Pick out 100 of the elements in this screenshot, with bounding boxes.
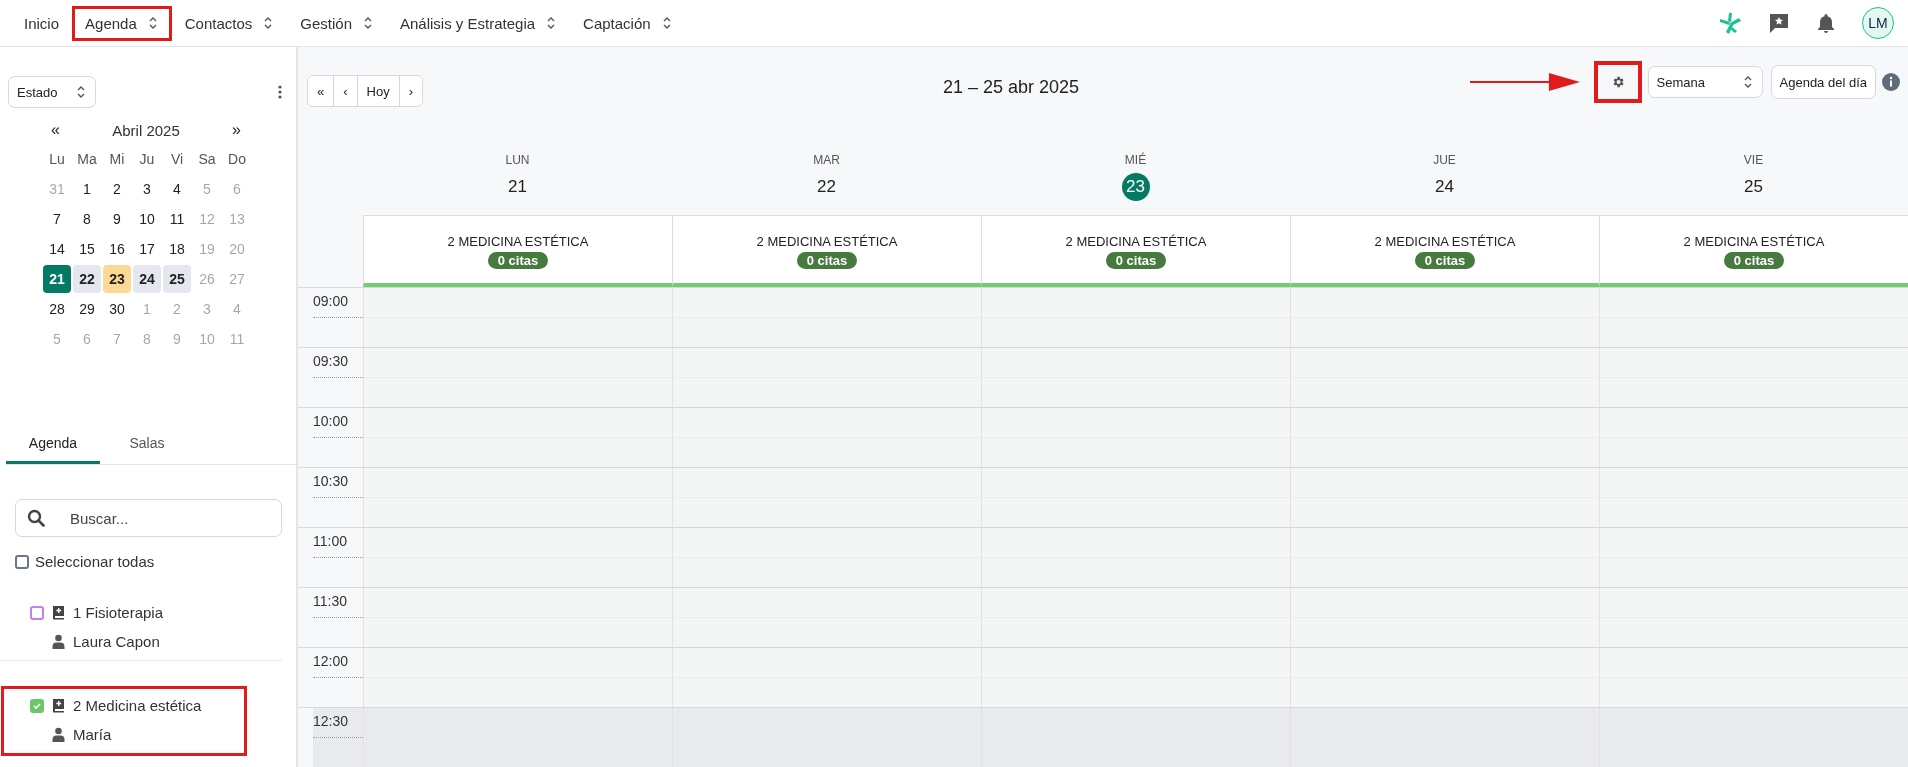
time-slot[interactable] <box>363 347 672 407</box>
calendar-day[interactable]: 8 <box>73 205 101 233</box>
time-slot[interactable] <box>672 287 981 347</box>
calendar-day[interactable]: 22 <box>73 265 101 293</box>
previous-month-button[interactable]: « <box>47 121 64 139</box>
nav-menu-item[interactable]: Gestión <box>290 8 384 38</box>
day-agenda-button[interactable]: Agenda del día <box>1770 65 1876 99</box>
time-slot[interactable] <box>672 527 981 587</box>
time-slot[interactable] <box>1290 527 1599 587</box>
person-icon <box>52 727 65 742</box>
nav-menu-item[interactable]: Análisis y Estrategia <box>390 8 568 38</box>
time-slot[interactable] <box>981 527 1290 587</box>
time-slot[interactable] <box>672 707 981 767</box>
settings-button[interactable] <box>1593 61 1642 103</box>
time-slot[interactable] <box>363 647 672 707</box>
time-slot[interactable] <box>1599 407 1908 467</box>
person-name: Laura Capon <box>73 633 160 650</box>
time-slot[interactable] <box>981 587 1290 647</box>
calendar-day[interactable]: 9 <box>103 205 131 233</box>
updown-caret-icon <box>75 85 87 99</box>
time-slot[interactable] <box>1290 647 1599 707</box>
calendar-day[interactable]: 29 <box>73 295 101 323</box>
time-slot[interactable] <box>1290 347 1599 407</box>
time-slot[interactable] <box>363 467 672 527</box>
medical-book-icon <box>52 605 65 620</box>
time-slot[interactable] <box>1290 707 1599 767</box>
more-options-icon[interactable] <box>278 85 282 99</box>
calendar-day[interactable]: 7 <box>43 205 71 233</box>
time-slot[interactable] <box>672 407 981 467</box>
star-logo-icon[interactable] <box>1718 11 1742 35</box>
time-slot[interactable] <box>363 407 672 467</box>
time-slot[interactable] <box>672 467 981 527</box>
agenda-checkbox[interactable] <box>30 698 44 713</box>
nav-menu-item[interactable]: Captación <box>573 8 683 38</box>
calendar-day[interactable]: 18 <box>163 235 191 263</box>
checkbox[interactable] <box>15 554 29 569</box>
time-slot[interactable] <box>1599 527 1908 587</box>
calendar-day[interactable]: 23 <box>103 265 131 293</box>
view-select[interactable]: Semana <box>1647 66 1763 98</box>
search-field[interactable]: Buscar... <box>15 499 282 537</box>
time-slot[interactable] <box>1599 347 1908 407</box>
time-slot[interactable] <box>1290 587 1599 647</box>
time-slot[interactable] <box>981 467 1290 527</box>
first-page-button[interactable]: « <box>308 76 335 106</box>
weekday-label: Do <box>227 150 247 169</box>
calendar-day[interactable]: 3 <box>133 175 161 203</box>
time-slot[interactable] <box>1599 587 1908 647</box>
agenda-checkbox[interactable] <box>30 605 44 620</box>
tab[interactable]: Salas <box>100 427 194 464</box>
time-slot[interactable] <box>672 587 981 647</box>
time-slot[interactable] <box>981 287 1290 347</box>
calendar-day[interactable]: 28 <box>43 295 71 323</box>
appointment-count-badge: 0 citas <box>487 252 549 269</box>
time-slot[interactable] <box>1599 287 1908 347</box>
next-month-button[interactable]: » <box>228 121 245 139</box>
updown-caret-icon <box>362 16 374 30</box>
calendar-day[interactable]: 21 <box>43 265 71 293</box>
time-slot[interactable] <box>363 587 672 647</box>
time-slot[interactable] <box>363 287 672 347</box>
calendar-day[interactable]: 15 <box>73 235 101 263</box>
time-slot[interactable] <box>1290 407 1599 467</box>
calendar-day[interactable]: 17 <box>133 235 161 263</box>
time-slot[interactable] <box>981 407 1290 467</box>
time-slot[interactable] <box>363 527 672 587</box>
time-slot[interactable] <box>981 347 1290 407</box>
tab[interactable]: Agenda <box>6 427 100 464</box>
time-slot[interactable] <box>1599 467 1908 527</box>
time-slot[interactable] <box>363 707 672 767</box>
weekday-label: MIÉ <box>1124 153 1147 167</box>
resource-name: 2 MEDICINA ESTÉTICA <box>1683 234 1825 249</box>
time-slot[interactable] <box>981 647 1290 707</box>
time-slot[interactable] <box>672 347 981 407</box>
nav-menu-item[interactable]: Inicio <box>14 8 70 38</box>
time-slot[interactable] <box>981 707 1290 767</box>
weekday-label: Vi <box>169 150 185 169</box>
calendar-day[interactable]: 1 <box>73 175 101 203</box>
calendar-day[interactable]: 24 <box>133 265 161 293</box>
time-slot[interactable] <box>672 647 981 707</box>
calendar-day[interactable]: 25 <box>163 265 191 293</box>
status-select[interactable]: Estado <box>8 76 96 108</box>
time-slot[interactable] <box>1599 647 1908 707</box>
resource-name: 2 MEDICINA ESTÉTICA <box>1065 234 1207 249</box>
calendar-day[interactable]: 10 <box>133 205 161 233</box>
info-icon[interactable] <box>1882 73 1900 91</box>
time-slot[interactable] <box>1599 707 1908 767</box>
nav-menu-item[interactable]: Contactos <box>174 8 285 38</box>
nav-menu-item[interactable]: Agenda <box>75 8 169 38</box>
chat-star-icon[interactable] <box>1768 12 1790 34</box>
time-slot[interactable] <box>1290 287 1599 347</box>
calendar-day[interactable]: 14 <box>43 235 71 263</box>
calendar-day[interactable]: 11 <box>163 205 191 233</box>
person-icon <box>52 634 65 649</box>
calendar-day[interactable]: 4 <box>163 175 191 203</box>
user-avatar[interactable]: LM <box>1862 7 1894 39</box>
day-number: 24 <box>1435 176 1454 198</box>
calendar-day[interactable]: 2 <box>103 175 131 203</box>
calendar-day[interactable]: 30 <box>103 295 131 323</box>
calendar-day[interactable]: 16 <box>103 235 131 263</box>
time-slot[interactable] <box>1290 467 1599 527</box>
bell-icon[interactable] <box>1816 12 1836 34</box>
